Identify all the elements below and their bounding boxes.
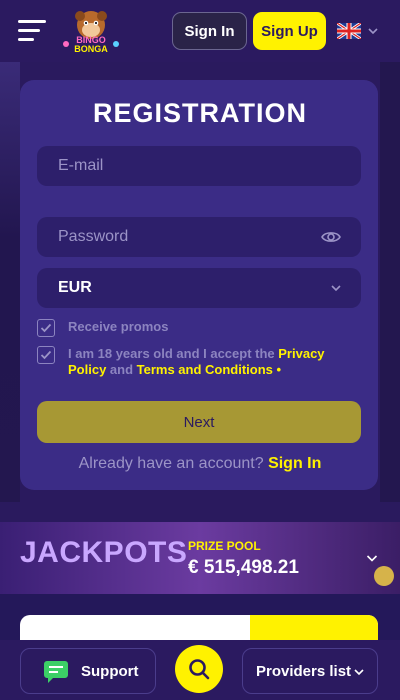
top-header: BINGO BONGA Sign In Sign Up xyxy=(0,0,400,62)
bingo-bonga-logo[interactable]: BINGO BONGA xyxy=(60,8,122,54)
chevron-down-icon xyxy=(331,285,341,292)
jackpots-title: JACKPOTS xyxy=(20,536,188,569)
decorative-ball xyxy=(374,566,394,586)
checkmark-icon xyxy=(40,323,52,333)
header-signin-button[interactable]: Sign In xyxy=(172,12,247,50)
jackpots-banner[interactable]: JACKPOTS PRIZE POOL € 515,498.21 xyxy=(0,522,400,594)
eye-icon[interactable] xyxy=(321,229,341,245)
chevron-down-icon xyxy=(354,669,364,676)
checkmark-icon xyxy=(40,350,52,360)
support-button[interactable]: Support xyxy=(20,648,156,694)
currency-value: EUR xyxy=(58,279,92,296)
terms-conditions-link[interactable]: Terms and Conditions xyxy=(137,362,273,377)
search-button[interactable] xyxy=(175,645,223,693)
menu-icon[interactable] xyxy=(18,20,46,42)
chevron-down-icon xyxy=(368,28,378,35)
header-signup-button[interactable]: Sign Up xyxy=(253,12,326,50)
registration-title: REGISTRATION xyxy=(93,98,307,128)
already-account-text: Already have an account? xyxy=(78,455,264,472)
receive-promos-row[interactable]: Receive promos xyxy=(37,319,168,337)
next-button[interactable]: Next xyxy=(37,401,361,443)
already-account-line: Already have an account? Sign In xyxy=(0,455,400,473)
terms-and-text: and xyxy=(106,362,137,377)
terms-text: I am 18 years old and I accept the xyxy=(68,346,279,361)
search-icon xyxy=(189,659,210,680)
support-label: Support xyxy=(81,662,139,680)
email-field[interactable] xyxy=(37,146,361,186)
receive-promos-label: Receive promos xyxy=(68,319,169,334)
language-selector[interactable] xyxy=(337,22,381,40)
receive-promos-checkbox[interactable] xyxy=(37,319,55,337)
providers-label: Providers list xyxy=(256,662,352,680)
email-input[interactable] xyxy=(58,157,308,175)
required-mark: • xyxy=(272,362,282,377)
chat-bubble-icon xyxy=(44,661,68,683)
password-field[interactable] xyxy=(37,217,361,257)
currency-select[interactable]: EUR xyxy=(37,268,361,308)
password-input[interactable] xyxy=(58,228,308,246)
terms-label: I am 18 years old and I accept the Priva… xyxy=(68,346,348,378)
svg-text:BONGA: BONGA xyxy=(74,44,108,54)
prize-pool-label: PRIZE POOL xyxy=(188,539,261,553)
terms-checkbox[interactable] xyxy=(37,346,55,364)
prize-pool-amount: € 515,498.21 xyxy=(188,557,299,578)
terms-row[interactable]: I am 18 years old and I accept the Priva… xyxy=(37,346,348,378)
providers-list-button[interactable]: Providers list xyxy=(242,648,378,694)
chevron-down-icon[interactable] xyxy=(366,552,378,564)
uk-flag-icon xyxy=(337,23,361,39)
signin-link[interactable]: Sign In xyxy=(268,455,321,472)
